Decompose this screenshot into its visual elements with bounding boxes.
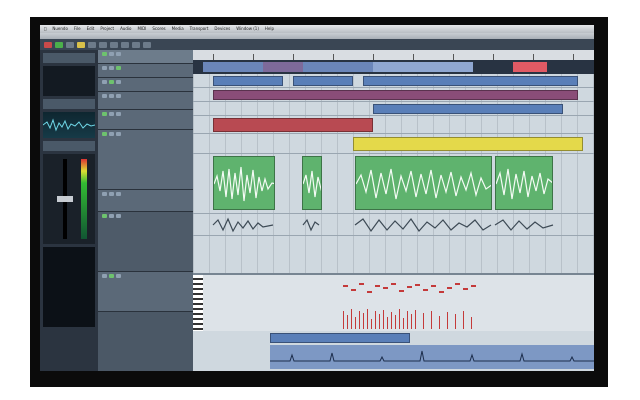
track-header[interactable] <box>98 110 193 130</box>
track-lane <box>193 102 594 116</box>
midi-note[interactable] <box>375 285 380 287</box>
midi-note[interactable] <box>343 285 348 287</box>
menu-item[interactable]: Scores <box>152 25 165 33</box>
midi-note[interactable] <box>367 291 372 293</box>
track-header[interactable] <box>98 78 193 92</box>
menu-item[interactable]: Transport <box>190 25 209 33</box>
midi-part[interactable] <box>353 137 583 151</box>
track-header[interactable] <box>98 212 193 272</box>
inspector-header[interactable] <box>43 53 95 63</box>
apple-icon[interactable]:  <box>44 25 46 33</box>
key-editor[interactable] <box>193 273 594 331</box>
midi-part[interactable] <box>373 104 563 114</box>
part-event[interactable] <box>293 76 353 86</box>
midi-note[interactable] <box>359 283 364 285</box>
midi-note[interactable] <box>407 286 412 288</box>
part-event[interactable] <box>363 76 578 86</box>
menu-item[interactable]: Media <box>172 25 184 33</box>
midi-part[interactable] <box>213 118 373 132</box>
menu-item[interactable]: Edit <box>87 25 95 33</box>
tool-button[interactable] <box>110 41 118 48</box>
play-icon[interactable] <box>55 41 63 48</box>
fader-cap[interactable] <box>57 196 73 202</box>
midi-note[interactable] <box>439 291 444 293</box>
midi-note[interactable] <box>463 288 468 290</box>
menu-bar:  Nuendo File Edit Project Audio MIDI Sc… <box>40 25 594 33</box>
menu-item[interactable]: File <box>74 25 81 33</box>
midi-note[interactable] <box>383 287 388 289</box>
menu-item[interactable]: MIDI <box>137 25 146 33</box>
track-header[interactable] <box>98 190 193 212</box>
inspector-section[interactable] <box>43 141 95 151</box>
audio-event[interactable] <box>213 156 275 210</box>
track-header[interactable] <box>98 64 193 78</box>
piano-keys[interactable] <box>193 275 203 331</box>
toolbar <box>40 39 594 50</box>
menu-item[interactable]: Project <box>100 25 114 33</box>
menu-item[interactable]: Window (1) <box>236 25 259 33</box>
tool-button[interactable] <box>121 41 129 48</box>
midi-note[interactable] <box>455 283 460 285</box>
midi-part[interactable] <box>213 90 578 100</box>
inspector-meter-area <box>43 247 95 327</box>
midi-note[interactable] <box>471 285 476 287</box>
menu-item[interactable]: Devices <box>214 25 230 33</box>
channel-fader[interactable] <box>43 154 95 244</box>
track-lane <box>193 88 594 102</box>
tool-button[interactable] <box>77 41 85 48</box>
midi-note[interactable] <box>447 287 452 289</box>
midi-note[interactable] <box>415 284 420 286</box>
track-lane <box>193 74 594 88</box>
track-header[interactable] <box>98 50 193 64</box>
inspector-panel <box>40 50 99 371</box>
audio-event[interactable] <box>355 156 492 210</box>
daw-window:  Nuendo File Edit Project Audio MIDI Sc… <box>40 25 594 371</box>
midi-note[interactable] <box>423 289 428 291</box>
level-meter <box>81 159 87 239</box>
project-overview[interactable] <box>193 60 594 74</box>
track-header[interactable] <box>98 92 193 110</box>
automation-curve <box>270 350 594 362</box>
midi-note[interactable] <box>391 283 396 285</box>
track-lane <box>193 214 594 236</box>
midi-note[interactable] <box>399 290 404 292</box>
track-lane <box>193 134 594 154</box>
inspector-section[interactable] <box>43 99 95 109</box>
audio-event[interactable] <box>302 156 322 210</box>
inspector-waveform <box>42 112 96 138</box>
stop-icon[interactable] <box>66 41 74 48</box>
midi-note[interactable] <box>351 289 356 291</box>
track-header[interactable] <box>98 130 193 190</box>
audio-waveform-lane <box>212 217 554 233</box>
track-list <box>98 50 193 371</box>
audio-event[interactable] <box>495 156 553 210</box>
tool-button[interactable] <box>99 41 107 48</box>
menu-item[interactable]: Audio <box>120 25 131 33</box>
track-header[interactable] <box>98 272 193 312</box>
part-event[interactable] <box>213 76 283 86</box>
automation-lane[interactable] <box>270 345 594 369</box>
tool-button[interactable] <box>132 41 140 48</box>
mini-waveform <box>42 118 96 132</box>
tool-button[interactable] <box>88 41 96 48</box>
tool-button[interactable] <box>143 41 151 48</box>
record-icon[interactable] <box>44 41 52 48</box>
track-lane <box>193 154 594 214</box>
part-event[interactable] <box>270 333 410 343</box>
menu-item[interactable]: Help <box>265 25 274 33</box>
track-lane <box>193 116 594 134</box>
menu-item[interactable]: Nuendo <box>52 25 68 33</box>
inspector-settings <box>43 66 95 96</box>
midi-note[interactable] <box>431 285 436 287</box>
